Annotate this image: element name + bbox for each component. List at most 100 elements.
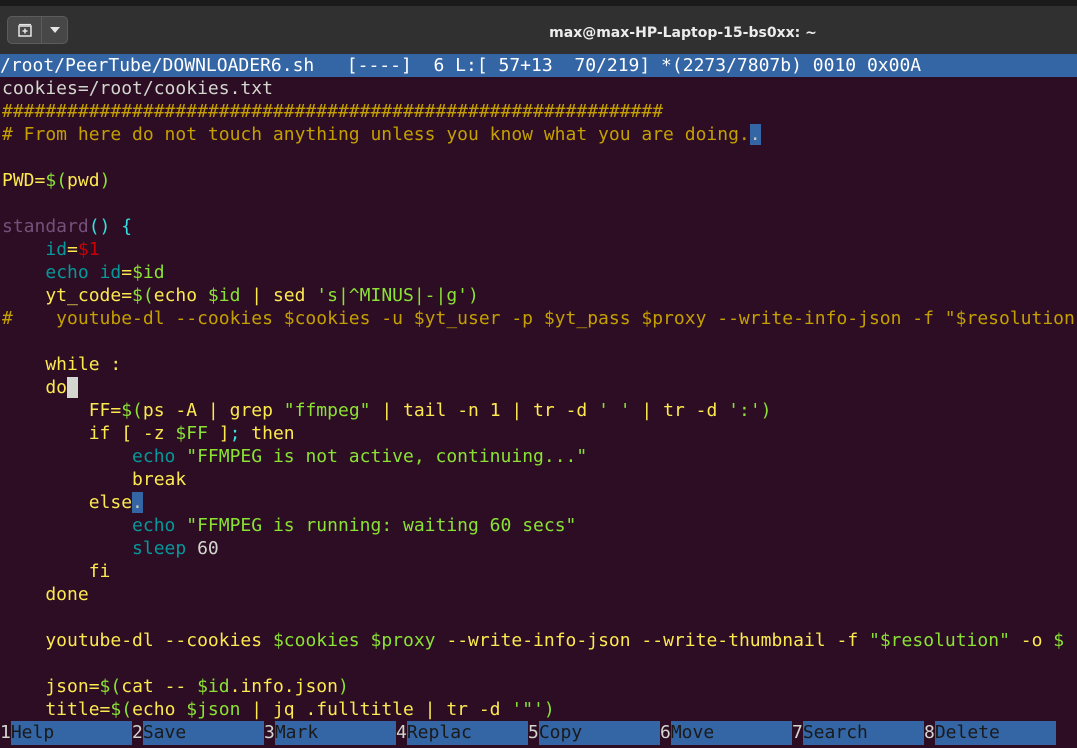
code-token: .: [749, 124, 761, 145]
code-token: PWD=: [2, 170, 46, 191]
code-token: ): [99, 170, 111, 191]
code-token: "FFMPEG is running: waiting 60 secs": [186, 515, 577, 536]
code-token: $FF: [175, 423, 208, 444]
fkey-copy[interactable]: 5 Copy: [528, 721, 660, 745]
code-token: ps -A | grep: [142, 400, 284, 421]
code-line[interactable]: break: [2, 468, 1077, 491]
code-token: $(: [132, 285, 154, 306]
code-token: =: [67, 239, 78, 260]
code-token: | tail -n 1 | tr -d: [370, 400, 599, 421]
code-line[interactable]: # From here do not touch anything unless…: [2, 123, 1077, 146]
fkey-number: 8: [924, 721, 935, 745]
code-line[interactable]: echo "FFMPEG is not active, continuing..…: [2, 445, 1077, 468]
code-token: $1: [77, 239, 100, 260]
code-line[interactable]: FF=$(ps -A | grep "ffmpeg" | tail -n 1 |…: [2, 399, 1077, 422]
code-token: ): [543, 699, 555, 720]
code-line[interactable]: while :: [2, 353, 1077, 376]
code-line[interactable]: title=$(echo $json | jq .fulltitle | tr …: [2, 698, 1077, 721]
window-titlebar: max@max-HP-Laptop-15-bs0xx: ~: [0, 0, 1077, 54]
code-line[interactable]: echo "FFMPEG is running: waiting 60 secs…: [2, 514, 1077, 537]
code-token: youtube-dl --cookies: [2, 630, 273, 651]
code-line[interactable]: sleep 60: [2, 537, 1077, 560]
code-line[interactable]: id=$1: [2, 238, 1077, 261]
code-token: $: [1053, 630, 1065, 651]
code-token: $id: [197, 676, 230, 697]
fkey-delete[interactable]: 8 Delete: [924, 721, 1056, 745]
fkey-label: Mark: [274, 721, 396, 745]
code-token: ]: [207, 423, 230, 444]
code-token: .: [132, 492, 143, 513]
code-token: ':': [728, 400, 761, 421]
code-token: 's|^MINUS|-|g': [316, 285, 469, 306]
code-line[interactable]: PWD=$(pwd): [2, 169, 1077, 192]
code-token: cookies=/root/cookies.txt: [2, 78, 273, 99]
editor-status-line: /root/PeerTube/DOWNLOADER6.sh [----] 6 L…: [0, 54, 1077, 77]
code-line[interactable]: # youtube-dl --cookies $cookies -u $yt_u…: [2, 307, 1077, 330]
fkey-move[interactable]: 6 Move: [660, 721, 792, 745]
code-token: ): [760, 400, 772, 421]
code-token: while :: [2, 354, 122, 375]
code-line[interactable]: cookies=/root/cookies.txt: [2, 77, 1077, 100]
code-token: FF=: [2, 400, 122, 421]
code-line[interactable]: ########################################…: [2, 100, 1077, 123]
code-token: yt_code=: [2, 285, 133, 306]
code-token: ": [999, 630, 1010, 651]
code-token: 60: [186, 538, 219, 559]
fkey-search[interactable]: 7 Search: [792, 721, 924, 745]
code-line[interactable]: [2, 146, 1077, 169]
code-token: () {: [88, 216, 133, 237]
code-line[interactable]: [2, 192, 1077, 215]
code-token: | tr -d: [630, 400, 729, 421]
code-line[interactable]: yt_code=$(echo $id | sed 's|^MINUS|-|g'): [2, 284, 1077, 307]
code-token: echo: [153, 285, 208, 306]
code-token: json=: [2, 676, 100, 697]
code-token: ): [468, 285, 479, 306]
code-token: $(: [45, 170, 68, 191]
code-token: echo: [132, 446, 176, 467]
fkey-number: 7: [792, 721, 803, 745]
code-token: id: [45, 239, 68, 260]
terminal-area[interactable]: /root/PeerTube/DOWNLOADER6.sh [----] 6 L…: [0, 54, 1077, 748]
code-line[interactable]: youtube-dl --cookies $cookies $proxy --w…: [2, 629, 1077, 652]
code-token: '"': [511, 699, 544, 720]
code-line[interactable]: fi: [2, 560, 1077, 583]
code-token: ' ': [598, 400, 631, 421]
fkey-mark[interactable]: 3 Mark: [264, 721, 396, 745]
code-view[interactable]: cookies=/root/cookies.txt ###############…: [2, 77, 1077, 721]
code-line[interactable]: echo id=$id: [2, 261, 1077, 284]
code-token: echo: [132, 699, 187, 720]
function-key-bar: 1 Help 2 Save 3 Mark 4 Replac 5 Copy 6 Move 7 Search 8…: [0, 721, 1077, 745]
code-line[interactable]: [2, 652, 1077, 675]
code-line[interactable]: else.: [2, 491, 1077, 514]
fkey-number: 3: [264, 721, 275, 745]
fkey-label: Replac: [406, 721, 528, 745]
code-token: id: [99, 262, 122, 283]
code-token: cat --: [121, 676, 198, 697]
code-token: ": [869, 630, 880, 651]
code-line[interactable]: do: [2, 376, 1077, 399]
code-line[interactable]: done: [2, 583, 1077, 606]
fkey-help[interactable]: 1 Help: [0, 721, 132, 745]
code-line[interactable]: [2, 330, 1077, 353]
fkey-replac[interactable]: 4 Replac: [396, 721, 528, 745]
fkey-number: 4: [396, 721, 407, 745]
code-token: --write-info-json --write-thumbnail -f: [435, 630, 869, 651]
code-line[interactable]: standard() {: [2, 215, 1077, 238]
fkey-label: Save: [142, 721, 264, 745]
code-token: $resolution: [879, 630, 1000, 651]
fkey-number: 6: [660, 721, 671, 745]
code-line[interactable]: json=$(cat -- $id.info.json): [2, 675, 1077, 698]
fkey-save[interactable]: 2 Save: [132, 721, 264, 745]
code-token: break: [2, 469, 187, 490]
code-token: =: [121, 262, 133, 283]
code-token: $id: [207, 285, 241, 306]
code-token: title=: [2, 699, 111, 720]
code-line[interactable]: if [ -z $FF ]; then: [2, 422, 1077, 445]
code-line[interactable]: [2, 606, 1077, 629]
